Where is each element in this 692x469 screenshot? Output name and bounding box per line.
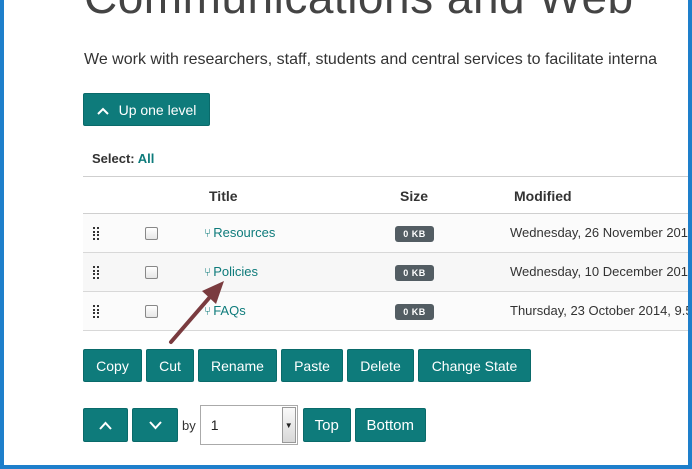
modified-date: Thursday, 23 October 2014, 9.5 [510,303,692,318]
page-description: We work with researchers, staff, student… [84,51,657,68]
size-badge: 0 KB [395,265,434,281]
row-checkbox[interactable] [145,266,158,279]
drag-handle-icon[interactable] [93,305,100,318]
item-title: Resources [213,225,276,240]
item-title: Policies [213,264,258,279]
paste-button[interactable]: Paste [281,349,343,382]
actions-toolbar: Copy Cut Rename Paste Delete Change Stat… [83,349,531,382]
item-link-policies[interactable]: ⑂ Policies [204,264,258,279]
modified-date: Wednesday, 10 December 2014 [510,264,692,279]
page-title: Communications and Web [84,0,634,24]
move-down-button[interactable] [132,408,178,442]
move-bottom-button[interactable]: Bottom [354,408,426,442]
branch-icon: ⑂ [204,265,212,279]
drag-handle-icon[interactable] [93,266,100,279]
select-all-link[interactable]: All [138,151,155,166]
order-amount-select[interactable]: 1 ▼ [199,405,298,445]
chevron-up-icon [96,102,109,118]
column-size[interactable]: Size [400,188,428,204]
change-state-button[interactable]: Change State [418,349,531,382]
table-header: Title Size Modified [83,177,688,214]
move-top-button[interactable]: Top [302,408,351,442]
delete-button[interactable]: Delete [347,349,414,382]
row-checkbox[interactable] [145,305,158,318]
annotation-arrow [169,281,224,344]
row-checkbox[interactable] [145,227,158,240]
size-badge: 0 KB [395,304,434,320]
move-up-button[interactable] [83,408,128,442]
modified-date: Wednesday, 26 November 2014 [510,225,692,240]
cut-button[interactable]: Cut [146,349,194,382]
drag-handle-icon[interactable] [93,227,100,240]
order-amount-value: 1 [210,417,219,433]
dropdown-arrow-icon[interactable]: ▼ [281,407,296,443]
item-link-resources[interactable]: ⑂ Resources [204,225,275,240]
column-modified[interactable]: Modified [514,188,572,204]
rename-button[interactable]: Rename [198,349,277,382]
chevron-up-icon [99,417,112,434]
chevron-down-icon [148,417,162,434]
ordering-controls: by 1 ▼ Top Bottom [83,405,426,445]
select-label: Select: [92,151,135,166]
copy-button[interactable]: Copy [83,349,142,382]
table-row: ⑂ Resources 0 KB Wednesday, 26 November 2… [83,214,692,253]
select-bar: Select: All [92,151,154,166]
by-label: by [182,417,196,433]
column-title[interactable]: Title [209,188,238,204]
size-badge: 0 KB [395,226,434,242]
branch-icon: ⑂ [204,226,212,240]
up-one-level-button[interactable]: Up one level [83,93,210,126]
up-one-level-label: Up one level [118,101,197,118]
